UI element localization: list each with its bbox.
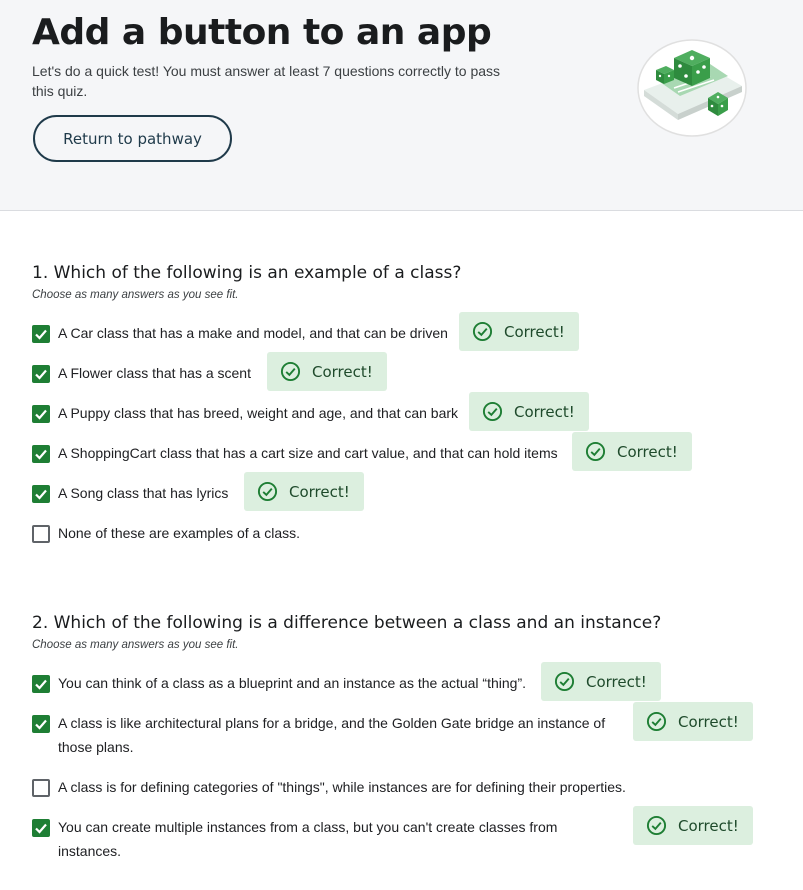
check-circle-icon [472, 321, 493, 342]
feedback-text: Correct! [312, 362, 373, 381]
question-hint: Choose as many answers as you see fit. [32, 639, 239, 651]
feedback-text: Correct! [678, 712, 739, 731]
answer-label: A ShoppingCart class that has a cart siz… [58, 445, 558, 461]
answer-option[interactable]: A class is for defining categories of "t… [32, 778, 626, 799]
check-circle-icon [585, 441, 606, 462]
checkmark-icon [35, 719, 47, 730]
quiz-instructions: Let's do a quick test! You must answer a… [32, 63, 501, 99]
answer-label: A Flower class that has a scent [58, 365, 251, 381]
question-1: 1. Which of the following is an example … [32, 263, 461, 301]
checkbox-unchecked[interactable] [32, 779, 50, 797]
answer-label: None of these are examples of a class. [58, 525, 301, 541]
feedback-text: Correct! [678, 816, 739, 835]
checkmark-icon [35, 369, 47, 380]
feedback-text: Correct! [289, 482, 350, 501]
checkbox-checked[interactable] [32, 715, 50, 733]
answer-option[interactable]: A ShoppingCart class that has a cart siz… [32, 444, 558, 465]
correct-badge: Correct! [244, 472, 364, 511]
question-title: 1. Which of the following is an example … [32, 263, 462, 283]
checkbox-checked[interactable] [32, 445, 50, 463]
checkbox-checked[interactable] [32, 485, 50, 503]
feedback-text: Correct! [504, 322, 565, 341]
correct-badge: Correct! [459, 312, 579, 351]
feedback-text: Correct! [514, 402, 575, 421]
answer-option[interactable]: A Flower class that has a scent [32, 364, 251, 385]
answer-option[interactable]: A class is like architectural plans for … [32, 714, 617, 759]
answer-option[interactable]: A Puppy class that has breed, weight and… [32, 404, 458, 425]
checkbox-checked[interactable] [32, 405, 50, 423]
check-circle-icon [280, 361, 301, 382]
answer-option[interactable]: You can think of a class as a blueprint … [32, 674, 526, 695]
answer-option[interactable]: A Song class that has lyrics [32, 484, 228, 505]
checkbox-checked[interactable] [32, 819, 50, 837]
return-to-pathway-button[interactable]: Return to pathway [33, 115, 232, 162]
feedback-text: Correct! [617, 442, 678, 461]
checkmark-icon [35, 823, 47, 834]
correct-badge: Correct! [267, 352, 387, 391]
checkmark-icon [35, 329, 47, 340]
correct-badge: Correct! [572, 432, 692, 471]
correct-badge: Correct! [633, 806, 753, 845]
answer-label: A Car class that has a make and model, a… [58, 325, 448, 341]
answer-option[interactable]: A Car class that has a make and model, a… [32, 324, 448, 345]
check-circle-icon [646, 815, 667, 836]
page-title: Add a button to an app [32, 12, 492, 53]
checkbox-checked[interactable] [32, 675, 50, 693]
answer-label: You can create multiple instances from a… [58, 819, 558, 859]
answer-label: A class is for defining categories of "t… [58, 779, 626, 795]
answer-label: You can think of a class as a blueprint … [58, 675, 527, 691]
question-2: 2. Which of the following is a differenc… [32, 613, 661, 651]
answer-option[interactable]: None of these are examples of a class. [32, 524, 300, 545]
answer-label: A class is like architectural plans for … [58, 715, 606, 755]
dice-illustration [637, 39, 747, 137]
answer-option[interactable]: You can create multiple instances from a… [32, 818, 572, 863]
checkmark-icon [35, 489, 47, 500]
quiz-header: Add a button to an app Let's do a quick … [0, 0, 803, 211]
check-circle-icon [257, 481, 278, 502]
checkmark-icon [35, 409, 47, 420]
feedback-text: Correct! [586, 672, 647, 691]
correct-badge: Correct! [541, 662, 661, 701]
check-circle-icon [554, 671, 575, 692]
checkmark-icon [35, 679, 47, 690]
checkbox-checked[interactable] [32, 325, 50, 343]
check-circle-icon [482, 401, 503, 422]
checkbox-unchecked[interactable] [32, 525, 50, 543]
question-hint: Choose as many answers as you see fit. [32, 289, 239, 301]
answer-label: A Song class that has lyrics [58, 485, 229, 501]
checkbox-checked[interactable] [32, 365, 50, 383]
check-circle-icon [646, 711, 667, 732]
checkmark-icon [35, 449, 47, 460]
correct-badge: Correct! [633, 702, 753, 741]
answer-label: A Puppy class that has breed, weight and… [58, 405, 459, 421]
question-title: 2. Which of the following is a differenc… [32, 613, 662, 633]
correct-badge: Correct! [469, 392, 589, 431]
